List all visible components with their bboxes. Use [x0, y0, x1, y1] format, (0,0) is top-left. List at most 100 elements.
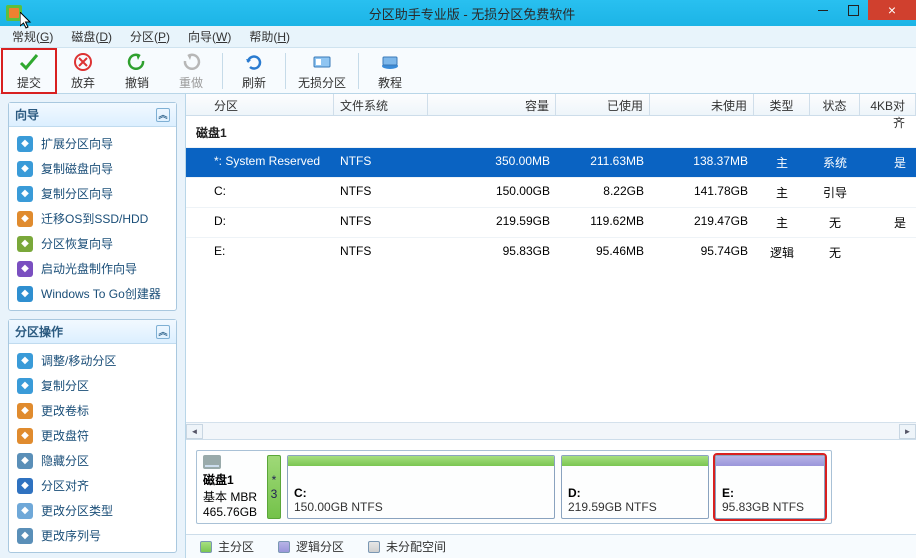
col-capacity[interactable]: 容量	[428, 94, 556, 115]
chevron-up-icon[interactable]: ︽	[156, 108, 170, 122]
sidebar-item[interactable]: ◆扩展分区向导	[9, 131, 176, 156]
legend-logical: 逻辑分区	[278, 538, 344, 555]
cell: 引导	[810, 182, 860, 203]
ops-panel: 分区操作 ︽ ◆调整/移动分区◆复制分区◆更改卷标◆更改盘符◆隐藏分区◆分区对齐…	[8, 319, 177, 553]
sidebar-item-label: 更改分区类型	[41, 502, 113, 519]
cell: 是	[860, 152, 916, 173]
sidebar-item[interactable]: ◆Windows To Go创建器	[9, 281, 176, 306]
sidebar-item[interactable]: ◆复制分区向导	[9, 181, 176, 206]
swatch-unallocated-icon	[368, 541, 380, 553]
cell: 系统	[810, 152, 860, 173]
legend: 主分区 逻辑分区 未分配空间	[186, 534, 916, 558]
partition-bar[interactable]: C:150.00GB NTFS	[287, 455, 555, 519]
undo-label: 撤销	[125, 74, 149, 91]
menu-D[interactable]: 磁盘(D)	[63, 26, 120, 47]
sidebar-item[interactable]: ◆隐藏分区	[9, 448, 176, 473]
sidebar-item[interactable]: ◆启动光盘制作向导	[9, 256, 176, 281]
menu-H[interactable]: 帮助(H)	[241, 26, 298, 47]
table-row[interactable]: *: System ReservedNTFS350.00MB211.63MB13…	[186, 147, 916, 177]
cell: D:	[186, 212, 334, 233]
redo-label: 重做	[179, 74, 203, 91]
sidebar-item-label: 更改盘符	[41, 427, 89, 444]
col-type[interactable]: 类型	[754, 94, 810, 115]
sidebar-item[interactable]: ◆更改分区类型	[9, 498, 176, 523]
reserved-partition-bar[interactable]: * 3	[267, 455, 281, 519]
table-row[interactable]: D:NTFS219.59GB119.62MB219.47GB主无是	[186, 207, 916, 237]
scroll-left-icon[interactable]: ◄	[186, 424, 203, 439]
item-icon: ◆	[17, 478, 33, 494]
grid-body[interactable]: 磁盘1 *: System ReservedNTFS350.00MB211.63…	[186, 116, 916, 422]
sidebar-item-label: 启动光盘制作向导	[41, 260, 137, 277]
disk-name: 磁盘1	[203, 471, 261, 488]
partition-bar[interactable]: D:219.59GB NTFS	[561, 455, 709, 519]
partition-sub: 95.83GB NTFS	[722, 500, 818, 514]
sidebar-item-label: 复制分区向导	[41, 185, 113, 202]
legend-primary: 主分区	[200, 538, 254, 555]
maximize-button[interactable]	[838, 0, 868, 20]
item-icon: ◆	[17, 353, 33, 369]
commit-button[interactable]: 提交	[2, 49, 56, 93]
partition-label: E:	[722, 486, 818, 500]
chevron-up-icon[interactable]: ︽	[156, 325, 170, 339]
discard-label: 放弃	[71, 74, 95, 91]
sidebar-item[interactable]: ◆更改卷标	[9, 398, 176, 423]
tutorial-button[interactable]: 教程	[363, 49, 417, 93]
discard-button[interactable]: 放弃	[56, 49, 110, 93]
col-used[interactable]: 已使用	[556, 94, 650, 115]
horizontal-scrollbar[interactable]: ◄ ►	[186, 422, 916, 439]
table-row[interactable]: C:NTFS150.00GB8.22GB141.78GB主引导	[186, 177, 916, 207]
refresh-button[interactable]: 刷新	[227, 49, 281, 93]
sidebar-item-label: 分区对齐	[41, 477, 89, 494]
sidebar-item-label: 复制磁盘向导	[41, 160, 113, 177]
partition-sub: 219.59GB NTFS	[568, 500, 702, 514]
menu-W[interactable]: 向导(W)	[180, 26, 239, 47]
partition-stripe	[288, 456, 554, 466]
col-4k-align[interactable]: 4KB对齐	[860, 94, 916, 115]
item-icon: ◆	[17, 236, 33, 252]
item-icon: ◆	[17, 211, 33, 227]
table-row[interactable]: E:NTFS95.83GB95.46MB95.74GB逻辑无	[186, 237, 916, 267]
sidebar-item[interactable]: ◆调整/移动分区	[9, 348, 176, 373]
disk-box[interactable]: 磁盘1 基本 MBR 465.76GB * 3 C:150.00GB NTFSD…	[196, 450, 832, 524]
undo-button[interactable]: 撤销	[110, 49, 164, 93]
sidebar-item[interactable]: ◆更改盘符	[9, 423, 176, 448]
sidebar-item[interactable]: ◆更改序列号	[9, 523, 176, 548]
commit-label: 提交	[17, 74, 41, 91]
col-partition[interactable]: 分区	[186, 94, 334, 115]
col-filesystem[interactable]: 文件系统	[334, 94, 428, 115]
sidebar-item[interactable]: ◆ 分区对齐	[9, 473, 176, 498]
cell: 119.62MB	[556, 212, 650, 233]
sidebar-item[interactable]: ◆分区恢复向导	[9, 231, 176, 256]
sidebar-item[interactable]: ◆复制磁盘向导	[9, 156, 176, 181]
col-status[interactable]: 状态	[810, 94, 860, 115]
menu-G[interactable]: 常规(G)	[4, 26, 61, 47]
cell: 是	[860, 212, 916, 233]
menu-P[interactable]: 分区(P)	[122, 26, 178, 47]
col-free[interactable]: 未使用	[650, 94, 754, 115]
toolbar: 提交 放弃 撤销 重做 刷新 无损分区 教程	[0, 48, 916, 94]
partition-bar[interactable]: E:95.83GB NTFS	[715, 455, 825, 519]
scroll-right-icon[interactable]: ►	[899, 424, 916, 439]
refresh-label: 刷新	[242, 74, 266, 91]
reserved-star: *	[272, 473, 277, 487]
redo-button[interactable]: 重做	[164, 49, 218, 93]
lossless-icon	[311, 51, 333, 73]
cell: 无	[810, 212, 860, 233]
partition-stripe	[716, 456, 824, 466]
cell: 138.37MB	[650, 152, 754, 173]
redo-icon	[180, 51, 202, 73]
partition-stripe	[562, 456, 708, 466]
minimize-button[interactable]	[808, 0, 838, 20]
ops-panel-header[interactable]: 分区操作 ︽	[9, 320, 176, 344]
lossless-button[interactable]: 无损分区	[290, 49, 354, 93]
close-button[interactable]: ×	[868, 0, 916, 20]
title-bar: 分区助手专业版 - 无损分区免费软件 ×	[0, 0, 916, 26]
cell: NTFS	[334, 212, 428, 233]
sidebar-item[interactable]: ◆迁移OS到SSD/HDD	[9, 206, 176, 231]
menu-bar: 常规(G)磁盘(D)分区(P)向导(W)帮助(H)	[0, 26, 916, 48]
cell: C:	[186, 182, 334, 203]
sidebar-item[interactable]: ◆复制分区	[9, 373, 176, 398]
cell: 无	[810, 242, 860, 263]
sidebar-item-label: 隐藏分区	[41, 452, 89, 469]
wizard-panel-header[interactable]: 向导 ︽	[9, 103, 176, 127]
